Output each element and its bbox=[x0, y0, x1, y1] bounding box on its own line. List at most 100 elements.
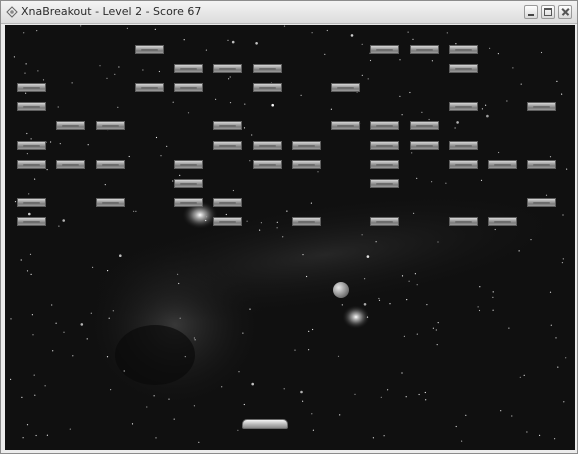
star bbox=[205, 49, 207, 51]
star bbox=[550, 324, 552, 326]
star bbox=[432, 327, 434, 329]
star bbox=[63, 331, 65, 333]
brick bbox=[449, 64, 478, 73]
star bbox=[431, 181, 433, 183]
star bbox=[166, 145, 168, 147]
star bbox=[436, 344, 438, 346]
ball bbox=[333, 282, 349, 298]
star bbox=[286, 210, 288, 212]
brick bbox=[17, 141, 46, 150]
star bbox=[259, 229, 261, 231]
title-bar[interactable]: XnaBreakout - Level 2 - Score 67 bbox=[1, 1, 577, 24]
star bbox=[69, 428, 71, 430]
game-canvas[interactable] bbox=[5, 25, 575, 450]
star bbox=[206, 216, 208, 218]
star bbox=[403, 335, 405, 337]
star bbox=[168, 398, 170, 400]
star bbox=[461, 440, 463, 442]
star bbox=[142, 69, 144, 71]
star bbox=[530, 239, 532, 241]
star bbox=[232, 189, 234, 192]
star bbox=[375, 241, 377, 243]
maximize-button[interactable] bbox=[541, 5, 555, 19]
brick bbox=[527, 102, 556, 111]
star bbox=[106, 356, 109, 358]
star bbox=[155, 136, 158, 139]
brick bbox=[17, 198, 46, 207]
star bbox=[414, 273, 416, 275]
star bbox=[249, 308, 251, 310]
minimize-button[interactable] bbox=[524, 5, 538, 19]
brick bbox=[17, 83, 46, 92]
star bbox=[34, 394, 36, 396]
star bbox=[50, 141, 52, 143]
star bbox=[26, 153, 28, 155]
close-button[interactable] bbox=[558, 5, 572, 19]
star bbox=[364, 278, 366, 280]
star bbox=[437, 241, 439, 243]
star bbox=[378, 299, 381, 301]
star bbox=[481, 108, 483, 110]
brick bbox=[56, 121, 85, 130]
star bbox=[399, 59, 401, 61]
star bbox=[198, 441, 200, 443]
star bbox=[123, 370, 125, 372]
star bbox=[35, 434, 37, 437]
star bbox=[454, 127, 456, 129]
brick bbox=[527, 198, 556, 207]
paddle[interactable] bbox=[242, 419, 288, 429]
star bbox=[131, 423, 134, 425]
brick bbox=[370, 121, 399, 130]
star bbox=[563, 401, 565, 403]
star bbox=[153, 395, 155, 397]
star bbox=[87, 144, 89, 146]
star bbox=[33, 374, 35, 376]
star bbox=[372, 437, 374, 439]
star bbox=[361, 74, 363, 76]
brick bbox=[174, 64, 203, 73]
star bbox=[363, 303, 367, 306]
star bbox=[282, 236, 284, 238]
star bbox=[337, 355, 340, 357]
star bbox=[271, 103, 275, 107]
star bbox=[311, 413, 313, 415]
star bbox=[308, 330, 310, 332]
brick bbox=[213, 198, 242, 207]
star bbox=[519, 376, 521, 378]
star bbox=[86, 338, 88, 340]
star bbox=[497, 53, 499, 55]
star bbox=[416, 333, 418, 335]
star bbox=[59, 143, 61, 145]
star bbox=[160, 155, 162, 157]
star bbox=[32, 334, 34, 336]
star bbox=[308, 349, 310, 351]
star bbox=[28, 212, 31, 216]
star bbox=[283, 388, 285, 390]
star bbox=[26, 270, 29, 272]
brick bbox=[174, 83, 203, 92]
star bbox=[405, 396, 407, 398]
brick bbox=[96, 198, 125, 207]
brick bbox=[410, 45, 439, 54]
star bbox=[421, 111, 423, 113]
star bbox=[549, 291, 552, 293]
star bbox=[31, 314, 33, 316]
star bbox=[187, 112, 190, 114]
star bbox=[456, 121, 459, 124]
star bbox=[108, 317, 110, 319]
brick bbox=[17, 102, 46, 111]
star bbox=[237, 429, 239, 431]
star bbox=[20, 259, 22, 261]
star bbox=[455, 425, 457, 428]
star bbox=[243, 127, 246, 129]
brick bbox=[174, 198, 203, 207]
star bbox=[42, 79, 45, 81]
star bbox=[302, 400, 304, 402]
star bbox=[114, 73, 116, 75]
star bbox=[413, 212, 415, 214]
star bbox=[478, 309, 481, 312]
star bbox=[408, 280, 410, 282]
star bbox=[215, 98, 217, 100]
star bbox=[229, 102, 232, 104]
star bbox=[341, 304, 343, 306]
